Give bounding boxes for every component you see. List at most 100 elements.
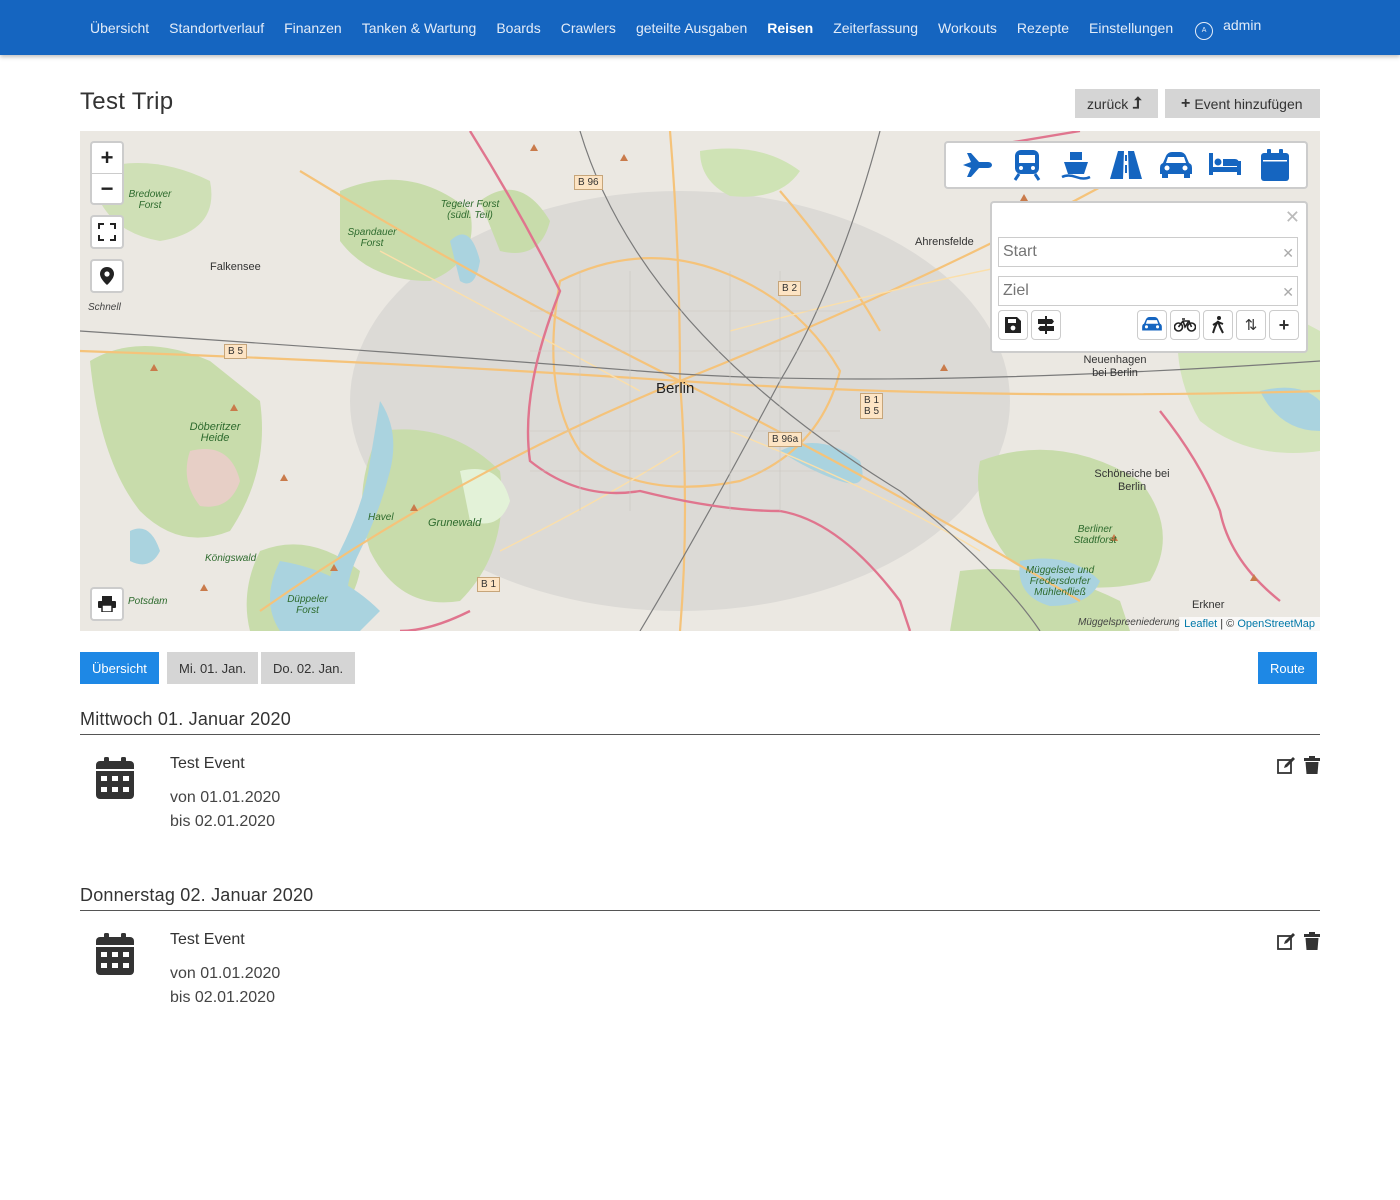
attribution-separator: | © (1217, 618, 1238, 630)
nav-item-standortverlauf[interactable]: Standortverlauf (159, 20, 274, 36)
user-circle-icon: A (1195, 21, 1214, 40)
calendar-icon[interactable] (1258, 148, 1292, 182)
map-label-falkensee: Falkensee (210, 261, 261, 273)
nav-item-zeiterfassung[interactable]: Zeiterfassung (823, 20, 928, 36)
print-icon (98, 596, 116, 612)
zoom-control: + − (90, 141, 124, 205)
map-label-dueppeler-forst: Düppeler Forst (287, 594, 328, 616)
transport-type-bar (944, 141, 1308, 189)
ship-icon[interactable] (1059, 148, 1093, 182)
event-end: bis 02.01.2020 (170, 989, 275, 1006)
event-start: von 01.01.2020 (170, 789, 281, 806)
map-label-mueggelsee: Müggelsee und Fredersdorfer Mühlenfließ (1025, 565, 1095, 598)
add-waypoint-button[interactable]: + (1269, 310, 1299, 340)
route-start-input[interactable] (998, 237, 1298, 267)
print-button[interactable] (90, 587, 124, 621)
calendar-icon (96, 757, 134, 799)
save-route-button[interactable] (998, 310, 1028, 340)
user-menu[interactable]: A admin (1183, 16, 1261, 40)
walking-icon (1212, 316, 1224, 334)
event-title: Test Event (170, 931, 245, 948)
nav-item-finanzen[interactable]: Finanzen (274, 20, 352, 36)
clear-destination-icon[interactable]: ✕ (1282, 284, 1294, 301)
nav-item-einstellungen[interactable]: Einstellungen (1079, 20, 1183, 36)
directions-button[interactable] (1031, 310, 1061, 340)
train-icon[interactable] (1010, 148, 1044, 182)
plus-icon: + (1181, 94, 1191, 112)
add-event-button[interactable]: + Event hinzufügen (1165, 89, 1320, 118)
back-label: zurück (1087, 95, 1129, 112)
map-label-potsdam: Potsdam (128, 596, 168, 607)
event-start: von 01.01.2020 (170, 965, 281, 982)
signpost-icon (1038, 316, 1054, 334)
top-navbar: Übersicht Standortverlauf Finanzen Tanke… (0, 0, 1400, 55)
edit-icon[interactable] (1277, 757, 1295, 775)
road-icon[interactable] (1109, 148, 1143, 182)
bicycle-icon (1174, 318, 1196, 332)
map-label-grunewald: Grunewald (428, 517, 482, 529)
fullscreen-button[interactable] (90, 215, 124, 249)
map-label-schoeneiche: Schöneiche bei Berlin (1094, 468, 1170, 493)
profile-bicycle-button[interactable] (1170, 310, 1200, 340)
road-shield-b1-b5: B 1B 5 (860, 393, 884, 419)
nav-item-reisen[interactable]: Reisen (757, 20, 823, 36)
tab-overview[interactable]: Übersicht (80, 652, 159, 684)
plus-icon: + (1278, 314, 1290, 335)
profile-walking-button[interactable] (1203, 310, 1233, 340)
tab-day-2[interactable]: Do. 02. Jan. (261, 652, 356, 684)
page-title: Test Trip (80, 88, 174, 115)
user-name: admin (1223, 16, 1262, 33)
map-label-mueggelspreeniederung: Müggelspreeniederung (1078, 617, 1181, 628)
map-label-doeberitzer-heide: Döberitzer Heide (189, 421, 241, 444)
zoom-out-button[interactable]: − (92, 173, 122, 203)
add-event-label: Event hinzufügen (1194, 95, 1303, 112)
map-label-neuenhagen: Neuenhagen bei Berlin (1083, 354, 1147, 379)
road-shield-b96a: B 96a (768, 432, 803, 447)
trash-icon[interactable] (1303, 932, 1321, 950)
road-shield-b96: B 96 (574, 175, 603, 190)
zoom-in-button[interactable]: + (92, 143, 122, 173)
map-label-spandauer-forst: Spandauer Forst (347, 227, 397, 249)
bed-icon[interactable] (1208, 148, 1242, 182)
profile-car-button[interactable] (1137, 310, 1167, 340)
reverse-route-button[interactable]: ⇅ (1236, 310, 1266, 340)
nav-item-boards[interactable]: Boards (486, 20, 550, 36)
swap-icon: ⇅ (1244, 317, 1258, 334)
nav-item-crawlers[interactable]: Crawlers (551, 20, 626, 36)
car-icon[interactable] (1159, 148, 1193, 182)
event-end: bis 02.01.2020 (170, 813, 275, 830)
clear-start-icon[interactable]: ✕ (1282, 245, 1294, 262)
event-title: Test Event (170, 755, 245, 772)
trip-map[interactable]: Berlin Falkensee Ahrensfelde Neuenhagen … (80, 131, 1320, 631)
day-heading: Donnerstag 02. Januar 2020 (80, 885, 1320, 911)
map-label-berlin: Berlin (656, 380, 695, 397)
map-label-erkner: Erkner (1192, 599, 1225, 611)
map-label-havel: Havel (368, 512, 394, 523)
plane-icon[interactable] (960, 148, 994, 182)
map-label-tegeler-forst: Tegeler Forst (südl. Teil) (440, 199, 500, 221)
fullscreen-icon (98, 223, 116, 241)
map-label-berliner-stadtforst: Berliner Stadtforst (1073, 524, 1117, 546)
osm-link[interactable]: OpenStreetMap (1237, 618, 1315, 630)
map-attribution: Leaflet | © OpenStreetMap (1179, 617, 1320, 631)
edit-icon[interactable] (1277, 933, 1295, 951)
leaflet-link[interactable]: Leaflet (1184, 618, 1217, 630)
nav-item-uebersicht[interactable]: Übersicht (80, 20, 159, 36)
nav-item-geteilte-ausgaben[interactable]: geteilte Ausgaben (626, 20, 757, 36)
locate-button[interactable] (90, 259, 124, 293)
routing-panel: ✕ ✕ ✕ ⇅ + (990, 201, 1308, 353)
day-heading: Mittwoch 01. Januar 2020 (80, 709, 1320, 735)
calendar-icon (96, 933, 134, 975)
map-label-ahrensfelde: Ahrensfelde (915, 236, 974, 248)
close-icon[interactable]: ✕ (1285, 207, 1300, 228)
map-label-bredower-forst: Bredower Forst (128, 189, 172, 211)
nav-item-workouts[interactable]: Workouts (928, 20, 1007, 36)
tab-day-1[interactable]: Mi. 01. Jan. (167, 652, 259, 684)
nav-item-rezepte[interactable]: Rezepte (1007, 20, 1079, 36)
nav-item-tanken-wartung[interactable]: Tanken & Wartung (352, 20, 487, 36)
back-button[interactable]: zurück ⮥ (1075, 89, 1158, 118)
trash-icon[interactable] (1303, 756, 1321, 774)
route-button[interactable]: Route (1258, 652, 1317, 684)
route-destination-input[interactable] (998, 276, 1298, 306)
save-icon (1005, 317, 1021, 333)
